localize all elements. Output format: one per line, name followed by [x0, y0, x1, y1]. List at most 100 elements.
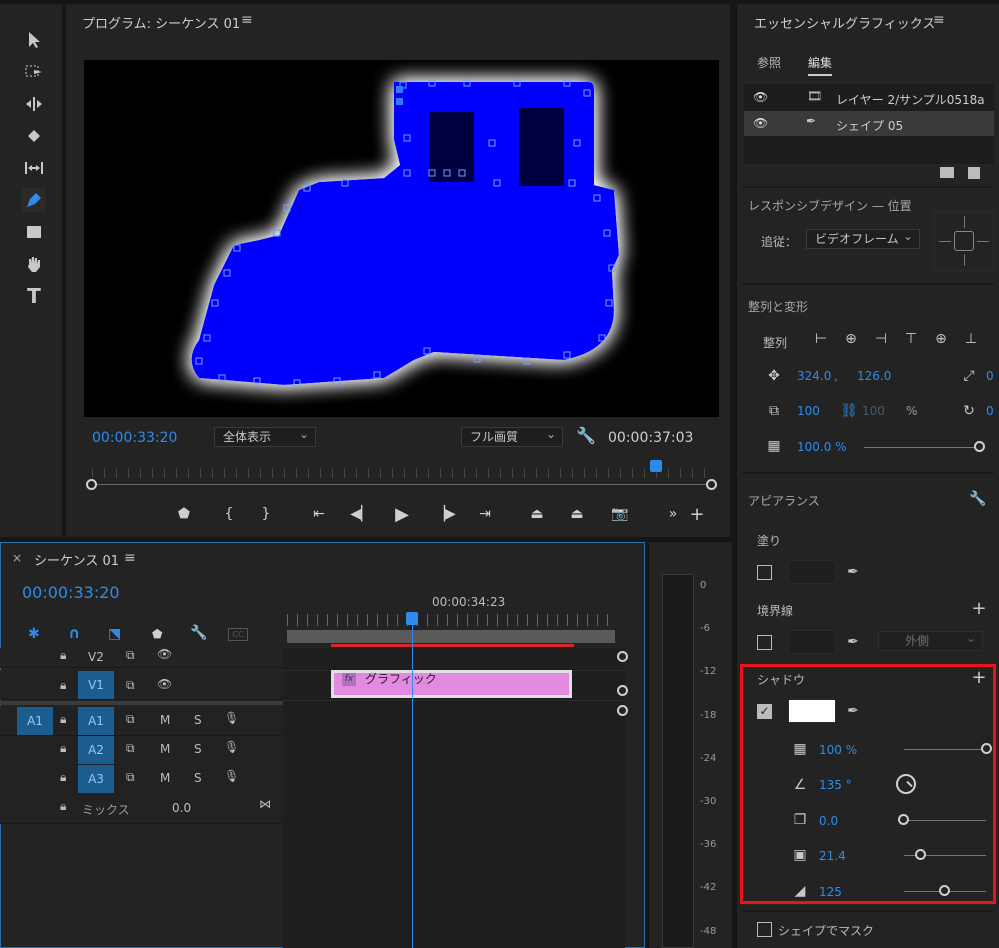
solo-button[interactable]: S [194, 742, 202, 756]
ripple-edit-tool-icon[interactable] [22, 92, 46, 116]
scroll-handle[interactable] [617, 685, 628, 696]
go-to-in-icon[interactable]: ⇤ [308, 503, 330, 525]
marker-icon[interactable]: ⬟ [152, 627, 162, 641]
quality-dropdown[interactable]: フル画質 [461, 425, 563, 447]
new-layer-icon[interactable] [968, 167, 980, 179]
close-icon[interactable]: × [12, 551, 22, 565]
pen-tool-icon[interactable] [22, 188, 46, 212]
fill-color-swatch[interactable] [788, 560, 836, 584]
scroll-handle[interactable] [617, 651, 628, 662]
follow-dropdown[interactable]: ビデオフレーム [806, 227, 920, 249]
position-x[interactable]: 324.0 [797, 369, 831, 383]
wrench-icon[interactable]: 🔧 [576, 426, 596, 445]
eye-icon[interactable]: 👁︎ [157, 677, 172, 691]
more-controls-icon[interactable]: » [662, 503, 684, 525]
angle-dial[interactable] [896, 774, 916, 794]
tab-browse[interactable]: 参照 [757, 54, 781, 71]
eg-title[interactable]: エッセンシャルグラフィックス [754, 13, 935, 32]
lock-icon[interactable]: 🔒︎ [60, 648, 66, 663]
timeline-ruler[interactable] [287, 614, 615, 626]
magnet-icon[interactable]: ∩ [68, 624, 80, 642]
mask-checkbox[interactable] [757, 922, 772, 937]
razor-tool-icon[interactable] [22, 124, 46, 148]
rectangle-tool-icon[interactable] [22, 220, 46, 244]
program-timecode-current[interactable]: 00:00:33:20 [92, 430, 177, 446]
eye-icon[interactable]: 👁︎ [157, 647, 172, 661]
shadow-size-value[interactable]: 21.4 [819, 849, 846, 863]
shadow-size-knob[interactable] [915, 849, 926, 860]
step-back-icon[interactable]: ◀▏ [350, 503, 372, 525]
shadow-blur-value[interactable]: 125 [819, 885, 842, 899]
shadow-opacity-slider[interactable] [904, 749, 986, 750]
shape-graphic[interactable] [84, 60, 719, 417]
zoom-dropdown[interactable]: 全体表示 [214, 425, 316, 447]
mark-out-icon[interactable]: } [255, 503, 277, 525]
timeline-tab[interactable]: シーケンス 01 [34, 550, 119, 569]
extract-icon[interactable]: ⏏ [566, 503, 588, 525]
type-tool-icon[interactable]: T [22, 284, 46, 308]
link-icon[interactable]: ⛓︎ [838, 402, 860, 420]
microphone-icon[interactable]: 🎙︎ [224, 711, 239, 725]
add-marker-icon[interactable]: ⬟ [173, 503, 195, 525]
tab-edit[interactable]: 編集 [808, 54, 833, 76]
stroke-checkbox[interactable] [757, 635, 772, 650]
track-target-a1[interactable]: A1 [78, 707, 114, 735]
shadow-distance-value[interactable]: 0.0 [819, 814, 838, 828]
button-editor-icon[interactable]: + [686, 503, 708, 525]
eyedropper-icon[interactable]: ✒︎ [842, 702, 864, 720]
timeline-wrench-icon[interactable]: 🔧 [190, 625, 207, 641]
shadow-distance-knob[interactable] [898, 814, 909, 825]
program-playhead[interactable] [650, 460, 662, 472]
work-area-bar[interactable] [287, 630, 615, 643]
sync-lock-icon[interactable]: ⧉ [126, 712, 135, 727]
slip-tool-icon[interactable] [22, 156, 46, 180]
shadow-angle-value[interactable]: 135 ° [819, 778, 852, 792]
opacity-slider[interactable] [864, 447, 982, 448]
fill-checkbox[interactable] [757, 565, 772, 580]
track-target-v1[interactable]: V1 [78, 671, 114, 699]
anchor-x[interactable]: 0 [986, 369, 994, 383]
align-bottom-icon[interactable]: ⊥ [960, 330, 982, 348]
eyedropper-icon[interactable]: ✒︎ [842, 563, 864, 581]
timeline-playhead-line[interactable] [412, 620, 413, 948]
scroll-handle[interactable] [617, 705, 628, 716]
program-ruler[interactable] [92, 468, 714, 478]
opacity-slider-knob[interactable] [974, 441, 985, 452]
panel-menu-icon[interactable]: ≡ [241, 12, 253, 28]
microphone-icon[interactable]: 🎙︎ [224, 769, 239, 783]
microphone-icon[interactable]: 🎙︎ [224, 740, 239, 754]
zoom-bar-left-handle[interactable] [86, 479, 97, 490]
track-select-tool-icon[interactable] [22, 60, 46, 84]
program-zoom-bar[interactable] [92, 484, 714, 485]
go-to-out-icon[interactable]: ⇥ [474, 503, 496, 525]
sync-lock-icon[interactable]: ⧉ [126, 770, 135, 785]
lock-icon[interactable]: 🔒︎ [60, 678, 66, 693]
align-top-icon[interactable]: ⊤ [900, 330, 922, 348]
linked-selection-icon[interactable]: ⬔ [108, 626, 121, 642]
align-right-icon[interactable]: ⊣ [870, 330, 892, 348]
snap-icon[interactable]: ✱ [28, 626, 40, 642]
stroke-color-swatch[interactable] [788, 630, 836, 654]
shadow-blur-knob[interactable] [939, 885, 950, 896]
hand-tool-icon[interactable] [22, 252, 46, 276]
track-target-a3[interactable]: A3 [78, 765, 114, 793]
rotation-value[interactable]: 0 [986, 404, 994, 418]
align-center-v-icon[interactable]: ⊕ [930, 330, 952, 348]
mix-value[interactable]: 0.0 [172, 801, 191, 815]
lock-icon[interactable]: 🔒︎ [60, 741, 66, 756]
appearance-wrench-icon[interactable]: 🔧 [967, 490, 989, 508]
shadow-distance-slider[interactable] [904, 820, 986, 821]
position-y[interactable]: 126.0 [857, 369, 891, 383]
track-name-v2[interactable]: V2 [88, 650, 104, 664]
add-stroke-icon[interactable]: + [968, 598, 990, 619]
solo-button[interactable]: S [194, 713, 202, 727]
eyedropper-icon[interactable]: ✒︎ [842, 633, 864, 651]
mute-button[interactable]: M [160, 771, 170, 785]
lock-icon[interactable]: 🔒︎ [60, 770, 66, 785]
shadow-opacity-knob[interactable] [981, 743, 992, 754]
sync-lock-icon[interactable]: ⧉ [126, 648, 135, 663]
panel-menu-icon[interactable]: ≡ [124, 550, 136, 566]
mute-button[interactable]: M [160, 713, 170, 727]
track-target-a2[interactable]: A2 [78, 736, 114, 764]
source-patch-a1[interactable]: A1 [17, 707, 53, 735]
